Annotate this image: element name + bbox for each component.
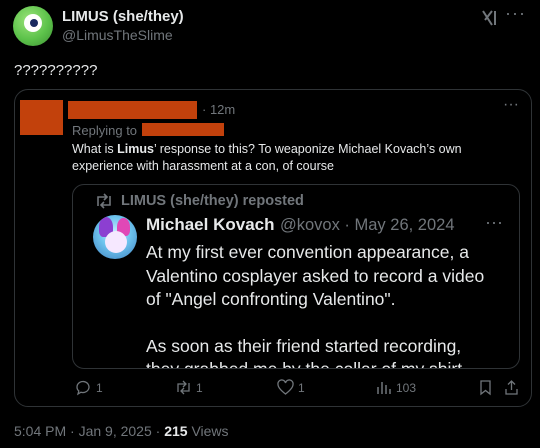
repost-button[interactable]: 1 — [175, 379, 203, 396]
view-count: 103 — [396, 380, 417, 395]
quote-body: What is Limus’ response to this? To weap… — [72, 142, 462, 173]
mention-limus: Limus — [117, 142, 154, 156]
michael-kovach-handle-date[interactable]: @kovox · May 26, 2024 — [280, 216, 455, 235]
tweet-footer: 5:04 PM · Jan 9, 2025 · 215 Views — [14, 423, 229, 439]
bookmark-icon — [480, 380, 491, 396]
michael-kovach-name[interactable]: Michael Kovach — [146, 215, 275, 235]
views-label: Views — [187, 423, 229, 439]
like-count: 1 — [298, 380, 305, 395]
author-avatar[interactable] — [13, 6, 53, 46]
reply-icon — [76, 380, 90, 396]
quote-more-icon[interactable]: ··· — [503, 96, 519, 114]
redacted-avatar — [20, 100, 63, 135]
nested-more-icon[interactable]: ··· — [485, 212, 503, 233]
redacted-name — [68, 101, 197, 119]
redacted-reply-handle — [142, 123, 224, 136]
author-name[interactable]: LIMUS (she/they) — [62, 8, 184, 25]
nested-paragraph-2: As soon as their friend started recordin… — [146, 335, 463, 369]
author-handle[interactable]: @LimusTheSlime — [62, 27, 173, 43]
avatar-pupil — [30, 19, 38, 27]
repost-count: 1 — [196, 380, 203, 395]
bookmark-button[interactable] — [477, 379, 494, 396]
nested-paragraph-1: At my first ever convention appearance, … — [146, 242, 485, 309]
like-button[interactable]: 1 — [277, 379, 305, 396]
repost-action-icon — [177, 380, 190, 395]
nested-quoted-tweet[interactable]: LIMUS (she/they) reposted Michael Kovach… — [72, 184, 520, 369]
replying-to-label: Replying to — [72, 123, 138, 138]
michael-kovach-avatar[interactable] — [93, 215, 137, 259]
quote-timestamp: · 12m — [202, 102, 236, 117]
repost-label: LIMUS (she/they) reposted — [121, 193, 304, 209]
reply-button[interactable]: 1 — [75, 379, 103, 396]
views-count: 215 — [164, 423, 188, 439]
reply-count: 1 — [96, 380, 103, 395]
more-options-icon[interactable]: ··· — [505, 3, 526, 24]
heart-icon — [277, 379, 294, 395]
grok-icon[interactable] — [480, 8, 500, 28]
repost-icon — [97, 193, 111, 209]
quote-actions: 1 1 1 103 — [15, 376, 533, 400]
analytics-icon — [377, 382, 391, 394]
share-icon — [505, 380, 518, 395]
views-button[interactable]: 103 — [375, 379, 416, 396]
tweet-timestamp[interactable]: 5:04 PM · Jan 9, 2025 · — [14, 423, 164, 439]
tweet-text: ?????????? — [14, 62, 98, 79]
quoted-tweet[interactable]: · 12m ··· Replying to What is Limus’ res… — [14, 89, 532, 407]
share-button[interactable] — [503, 379, 520, 396]
nested-tweet-body: At my first ever convention appearance, … — [146, 241, 516, 369]
